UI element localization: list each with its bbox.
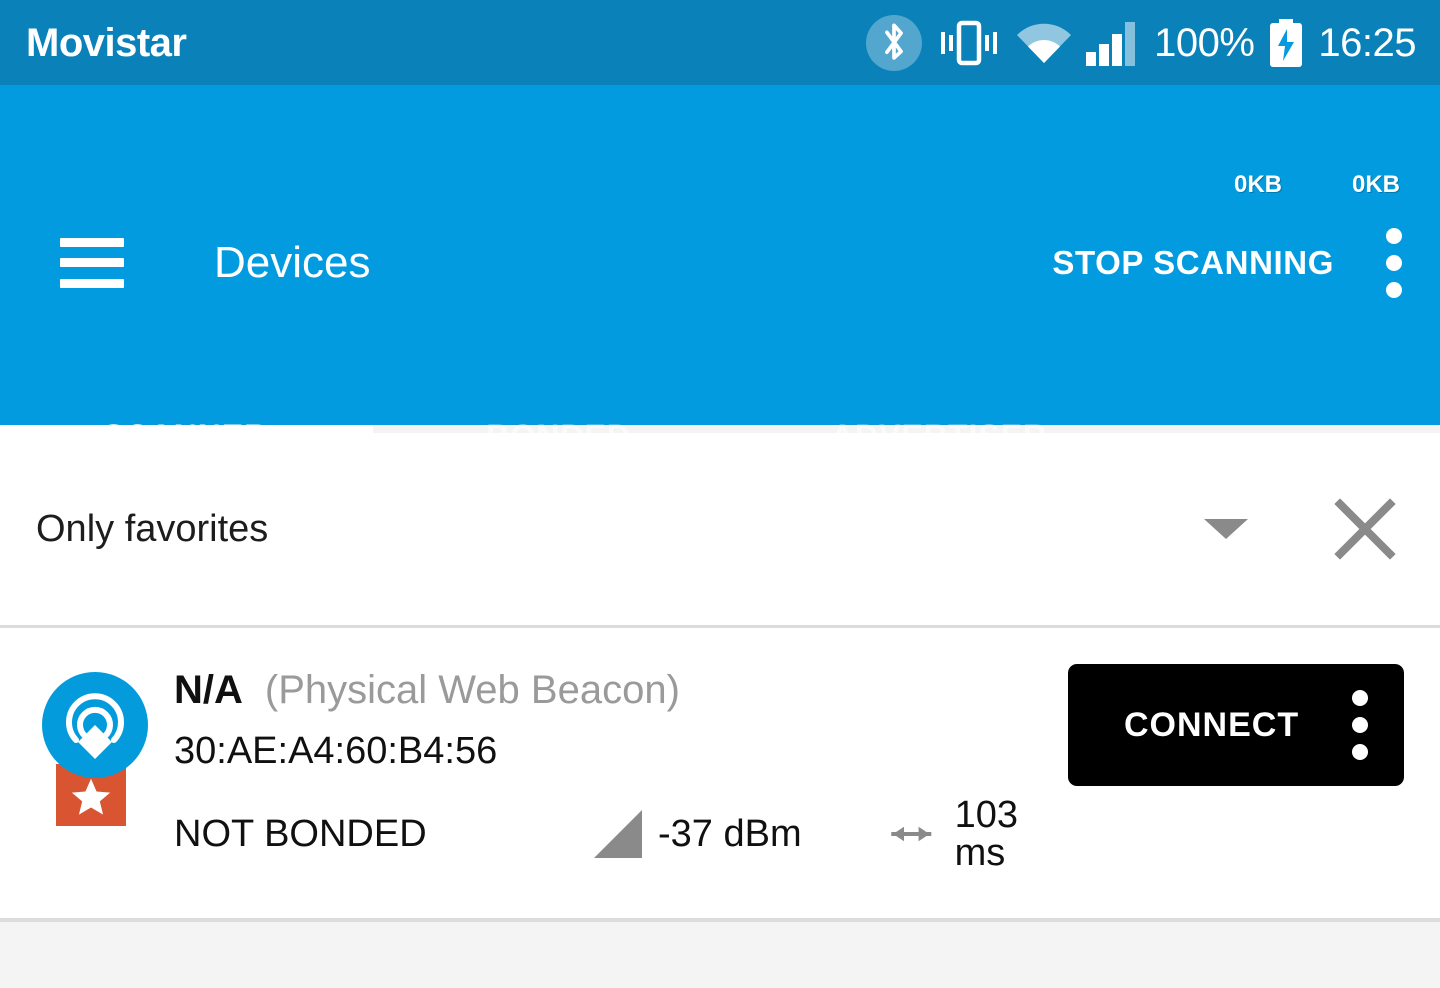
status-bar: Movistar 100% 16:25	[0, 0, 1440, 85]
rssi-stat: -37 dBm	[594, 810, 884, 858]
connect-button-label: CONNECT	[1124, 706, 1300, 744]
clock-label: 16:25	[1318, 20, 1416, 65]
device-overflow-menu-icon[interactable]	[1352, 690, 1368, 760]
kebab-dot	[1386, 254, 1402, 271]
connect-button[interactable]: CONNECT	[1068, 664, 1404, 786]
device-address: 30:AE:A4:60:B4:56	[174, 730, 498, 772]
hamburger-menu-icon[interactable]	[60, 237, 124, 288]
kebab-dot	[1386, 227, 1402, 244]
scanner-content: Only favorites N/A (Physical Web Beacon)…	[0, 433, 1440, 920]
chevron-down-icon[interactable]	[1204, 519, 1248, 539]
device-type: (Physical Web Beacon)	[264, 668, 680, 712]
wifi-icon	[1016, 21, 1072, 65]
device-name: N/A	[174, 668, 243, 712]
page-background	[0, 922, 1440, 988]
interval-value: 103 ms	[954, 794, 1018, 874]
filter-row[interactable]: Only favorites	[0, 433, 1440, 625]
status-icons: 100% 16:25	[866, 14, 1416, 71]
signal-strength-icon	[594, 810, 642, 858]
hamburger-line	[60, 237, 124, 247]
kebab-dot	[1386, 281, 1402, 298]
hamburger-line	[60, 278, 124, 288]
kebab-dot	[1352, 744, 1368, 760]
download-traffic-label: 0KB	[1351, 171, 1400, 198]
device-avatar	[36, 672, 148, 832]
device-stats: NOT BONDED -37 dBm 103 ms	[174, 796, 1068, 872]
carrier-label: Movistar	[26, 20, 187, 65]
bond-state-label: NOT BONDED	[174, 813, 427, 855]
page-title: Devices	[214, 237, 371, 287]
filter-actions	[1204, 498, 1396, 560]
left-right-arrow-icon	[891, 826, 932, 842]
rssi-value: -37 dBm	[658, 813, 802, 855]
bluetooth-icon	[866, 14, 923, 71]
hamburger-line	[60, 258, 124, 267]
stop-scanning-button[interactable]: STOP SCANNING	[1052, 246, 1334, 279]
vibrate-icon	[936, 20, 1002, 66]
phone-screen: Movistar 100% 16:25 0KB 0KB Devices STOP…	[0, 0, 1440, 988]
overflow-menu-icon[interactable]	[1384, 227, 1404, 299]
device-info: N/A (Physical Web Beacon) 30:AE:A4:60:B4…	[174, 670, 1068, 872]
cellular-signal-icon	[1086, 20, 1140, 66]
table-row[interactable]: N/A (Physical Web Beacon) 30:AE:A4:60:B4…	[0, 628, 1440, 920]
upload-traffic-label: 0KB	[1233, 171, 1282, 198]
network-traffic-indicators: 0KB 0KB	[1234, 173, 1400, 197]
app-bar: 0KB 0KB Devices STOP SCANNING SCANNER BO…	[0, 85, 1440, 452]
close-icon[interactable]	[1334, 498, 1396, 560]
kebab-dot	[1352, 717, 1368, 733]
beacon-icon	[42, 672, 148, 778]
tab-active-indicator	[0, 425, 373, 433]
device-name-line: N/A (Physical Web Beacon)	[174, 670, 1068, 710]
interval-stat: 103 ms	[884, 796, 1068, 872]
filter-label: Only favorites	[36, 508, 269, 550]
kebab-dot	[1352, 690, 1368, 706]
battery-percent-label: 100%	[1154, 20, 1255, 65]
battery-charging-icon	[1268, 18, 1304, 67]
app-bar-main: Devices STOP SCANNING	[0, 210, 1440, 315]
